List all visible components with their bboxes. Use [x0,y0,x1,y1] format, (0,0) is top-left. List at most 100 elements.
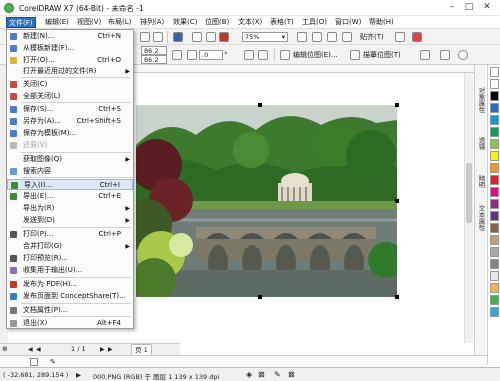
import-toolbar-icon[interactable] [192,32,202,42]
file-menu-item[interactable]: 另存为(A)... Ctrl+Shift+S [7,116,133,127]
file-menu-item[interactable]: 全部关闭(L) [7,91,133,102]
mirror-horizontal-icon[interactable] [244,50,254,60]
rotation-field[interactable]: .0 [199,50,223,60]
horizontal-ruler[interactable] [134,65,474,73]
palette-swatch[interactable] [490,139,499,149]
file-menu-item[interactable]: 打印预览(R)... [7,253,133,264]
file-menu-item[interactable]: 文档属性(P)... [7,305,133,316]
selection-handle-top-right[interactable] [395,103,399,107]
menu-file[interactable]: 文件(F) [6,17,36,28]
palette-swatch[interactable] [490,259,499,269]
redo-icon[interactable] [153,32,163,42]
menu-window[interactable]: 窗口(W) [333,17,363,28]
file-menu-item[interactable]: 打开(O)... Ctrl+O [7,55,133,66]
mirror-vertical-icon[interactable] [258,50,268,60]
file-menu-item[interactable]: 导出为(R) ▶ [7,203,133,214]
file-menu-item[interactable]: 合并打印(G) ▶ [7,241,133,252]
docker-tab-text-properties[interactable]: 文本属性 [476,205,486,231]
menu-help[interactable]: 帮助(H) [367,17,396,28]
last-page-icon[interactable]: ▶ [108,345,113,354]
next-page-icon[interactable]: ▶ [100,345,105,354]
file-menu-item[interactable]: 打开最近用过的文件(R) ▶ [7,66,133,77]
menu-bitmaps[interactable]: 位图(B) [203,17,231,28]
menu-layout[interactable]: 布局(L) [106,17,133,28]
menu-view[interactable]: 视图(V) [75,17,103,28]
menu-text[interactable]: 文本(X) [236,17,264,28]
selection-handle-top[interactable] [258,103,262,107]
palette-swatch[interactable] [490,103,499,113]
full-screen-icon[interactable] [297,32,307,42]
file-menu-item[interactable]: 新建(N)... Ctrl+N [7,31,133,42]
file-menu-item[interactable]: 发布页面到 ConceptShare(T)... [7,291,133,302]
document-palette-swatch[interactable] [30,358,38,366]
wrap-text-icon[interactable] [440,50,450,60]
lock-ratio-icon[interactable] [172,50,182,60]
guidelines-icon[interactable] [342,32,352,42]
maximize-button[interactable]: □ [462,1,476,14]
file-menu-item[interactable]: 导出(E)... Ctrl+E [7,191,133,202]
close-button[interactable]: ✕ [480,1,494,14]
file-menu-item[interactable]: 还原(V) [7,140,133,151]
palette-swatch[interactable] [490,175,499,185]
first-page-icon[interactable]: ◀ [28,345,33,354]
menu-tools[interactable]: 工具(O) [300,17,329,28]
vertical-scrollbar[interactable] [464,73,473,343]
palette-no-color[interactable] [490,67,499,77]
selection-handle-right[interactable] [395,199,399,203]
file-menu-item[interactable]: 打印(P)... Ctrl+P [7,229,133,240]
imported-bitmap[interactable] [136,105,397,297]
palette-swatch[interactable] [490,79,499,89]
file-menu-item[interactable]: 发送到(D) ▶ [7,215,133,226]
file-menu-item[interactable]: 退出(X) Alt+F4 [7,318,133,329]
palette-swatch[interactable] [490,91,499,101]
height-field[interactable]: 86.2 [141,55,167,64]
bitmap-options-icon[interactable] [420,50,430,60]
edit-bitmap-button[interactable]: 编辑位图(E)... [293,50,338,60]
undo-icon[interactable] [140,32,150,42]
palette-swatch[interactable] [490,247,499,257]
trace-bitmap-button[interactable]: 描摹位图(T) [363,50,401,60]
menu-effects[interactable]: 效果(C) [171,17,199,28]
palette-swatch[interactable] [490,235,499,245]
palette-swatch[interactable] [490,211,499,221]
width-field[interactable]: 86.2 [141,46,167,55]
export-toolbar-icon[interactable] [206,32,216,42]
palette-swatch[interactable] [490,187,499,197]
docker-tab-brightness[interactable]: 暗明 [476,175,486,188]
selection-handle-bottom-right[interactable] [395,295,399,299]
docker-tab-lens[interactable]: 透镜 [476,137,486,150]
file-menu-item[interactable]: 获取图像(Q) ▶ [7,154,133,165]
scrollbar-thumb[interactable] [466,163,472,223]
palette-swatch[interactable] [490,163,499,173]
palette-swatch[interactable] [490,127,499,137]
palette-swatch[interactable] [490,115,499,125]
palette-swatch[interactable] [490,295,499,305]
search-content-toolbar-icon[interactable] [173,32,183,42]
file-menu-item[interactable]: 关闭(C) [7,79,133,90]
grid-icon[interactable] [327,32,337,42]
file-menu-item[interactable]: 保存为模板(M)... [7,128,133,139]
minimize-button[interactable]: – [445,1,459,14]
file-menu-item[interactable]: 搜索内容 [7,166,133,177]
palette-swatch[interactable] [490,199,499,209]
file-menu-item[interactable]: 发布为 PDF(H)... [7,279,133,290]
menu-table[interactable]: 表格(T) [268,17,296,28]
selection-handle-bottom[interactable] [258,295,262,299]
options-icon[interactable] [395,32,405,42]
file-menu-item[interactable]: 导入(I)... Ctrl+I [7,179,133,190]
palette-swatch[interactable] [490,151,499,161]
snap-to-button[interactable]: 贴齐(T) [360,32,384,42]
palette-swatch[interactable] [490,271,499,281]
pdf-toolbar-icon[interactable] [219,32,229,42]
previous-page-icon[interactable]: ◀ [36,345,41,354]
eyedropper-icon[interactable]: ✎ [50,358,60,366]
palette-swatch[interactable] [490,223,499,233]
zoom-level-field[interactable]: 75% ▾ [242,32,288,42]
menu-edit[interactable]: 编辑(E) [43,17,71,28]
docker-tab-object-properties[interactable]: 对象属性 [476,87,486,113]
launch-icon[interactable] [412,32,422,42]
menu-arrange[interactable]: 排列(A) [138,17,166,28]
add-page-icon[interactable]: ⊕ [2,345,10,354]
file-menu-item[interactable]: 从模板新建(F)... [7,43,133,54]
rulers-icon[interactable] [312,32,322,42]
